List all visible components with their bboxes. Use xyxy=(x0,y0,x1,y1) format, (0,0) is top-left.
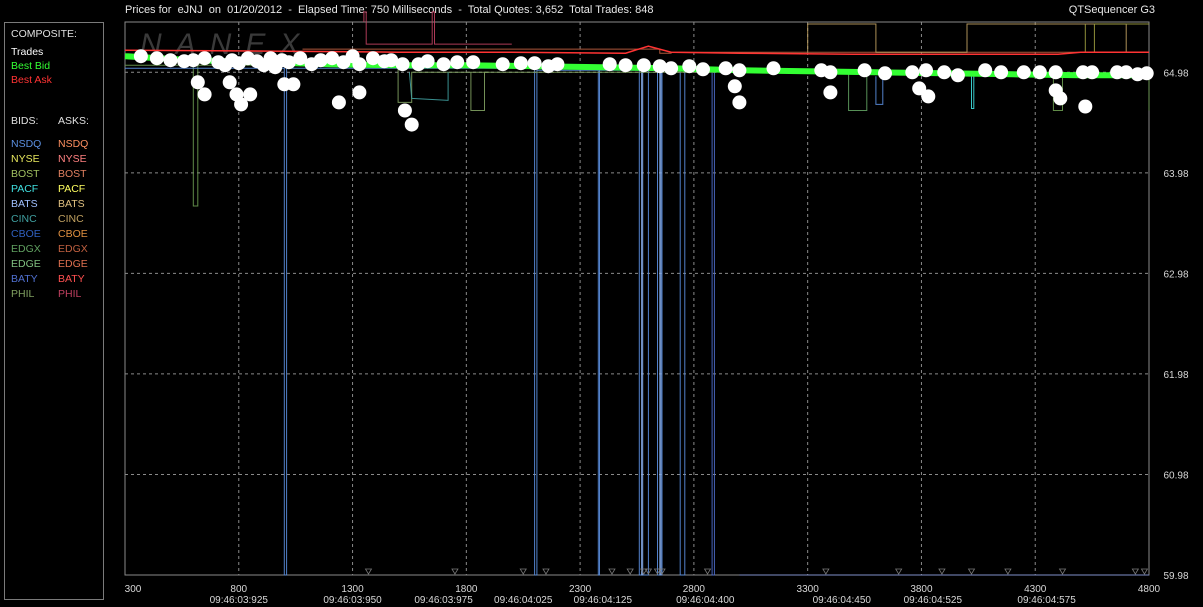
trade-point xyxy=(420,54,435,69)
trade-point xyxy=(994,65,1009,80)
trade-point xyxy=(450,55,465,70)
trade-point xyxy=(197,51,212,66)
trade-point xyxy=(352,85,367,100)
trade-point xyxy=(163,53,178,68)
time-label: 09:46:03:975 xyxy=(414,595,473,606)
trade-point xyxy=(352,57,367,72)
trade-point xyxy=(857,63,872,78)
trade-point xyxy=(1078,99,1093,114)
trade-point xyxy=(466,55,481,70)
trade-point xyxy=(331,95,346,110)
x-tick-label: 1300 xyxy=(341,584,364,595)
x-tick-label: 2800 xyxy=(683,584,706,595)
plot-frame xyxy=(124,21,1150,576)
trade-point xyxy=(823,85,838,100)
trade-point xyxy=(618,58,633,73)
time-label: 09:46:04:125 xyxy=(574,595,633,606)
x-tick-label: 800 xyxy=(230,584,247,595)
trade-point xyxy=(664,61,679,76)
trade-point xyxy=(602,57,617,72)
trade-point xyxy=(436,57,451,72)
trade-point xyxy=(527,56,542,71)
trade-point xyxy=(823,65,838,80)
trade-point xyxy=(1053,91,1068,106)
trade-point xyxy=(878,66,892,81)
time-label: 09:46:04:575 xyxy=(1017,595,1076,606)
trade-point xyxy=(1032,65,1047,80)
trade-point xyxy=(905,65,920,80)
trade-point xyxy=(682,59,697,74)
trade-point xyxy=(550,57,565,72)
y-tick-label: 64.98 xyxy=(1163,68,1188,79)
trade-point xyxy=(495,57,510,72)
trade-point xyxy=(1048,65,1063,80)
trade-point xyxy=(919,63,933,78)
x-tick-label: 3300 xyxy=(797,584,820,595)
trade-point xyxy=(937,65,952,80)
trade-point xyxy=(243,87,258,102)
x-tick-label: 300 xyxy=(125,584,142,595)
y-tick-label: 63.98 xyxy=(1163,169,1188,180)
trade-point xyxy=(950,68,965,83)
trade-point xyxy=(197,87,212,102)
y-tick-label: 59.98 xyxy=(1163,571,1188,582)
trade-point xyxy=(286,77,301,92)
trade-point xyxy=(190,75,205,90)
time-label: 09:46:04:450 xyxy=(813,595,872,606)
trade-point xyxy=(397,103,412,118)
trade-point xyxy=(395,57,410,72)
y-tick-label: 60.98 xyxy=(1163,470,1188,481)
trade-point xyxy=(1016,65,1031,80)
trade-point xyxy=(718,61,733,76)
y-tick-label: 62.98 xyxy=(1163,269,1188,280)
x-tick-label: 1800 xyxy=(455,584,478,595)
time-label: 09:46:04:400 xyxy=(676,595,735,606)
trade-point xyxy=(222,75,237,90)
trade-point xyxy=(404,117,419,132)
trade-point xyxy=(727,79,742,94)
time-label: 09:46:04:025 xyxy=(494,595,553,606)
trade-point xyxy=(766,61,781,76)
trade-point xyxy=(732,95,747,110)
x-tick-label: 2300 xyxy=(569,584,592,595)
time-label: 09:46:03:925 xyxy=(210,595,269,606)
trade-point xyxy=(149,51,164,66)
trade-point xyxy=(921,89,936,104)
trade-point xyxy=(133,49,148,64)
x-tick-label: 3800 xyxy=(910,584,933,595)
x-tick-label: 4300 xyxy=(1024,584,1047,595)
trade-point xyxy=(978,63,993,78)
trade-point xyxy=(732,63,747,78)
time-label: 09:46:04:525 xyxy=(904,595,963,606)
trade-point xyxy=(636,58,651,73)
x-tick-label: 4800 xyxy=(1138,584,1161,595)
trade-point xyxy=(1139,66,1154,81)
time-label: 09:46:03:950 xyxy=(323,595,382,606)
trade-point xyxy=(1085,65,1100,80)
trade-point xyxy=(513,56,528,71)
y-tick-label: 61.98 xyxy=(1163,370,1188,381)
trade-point xyxy=(696,62,710,77)
price-chart: NANEX 300 800 1300 1800 2300 2800 3300 3800 4300… xyxy=(124,11,1189,606)
